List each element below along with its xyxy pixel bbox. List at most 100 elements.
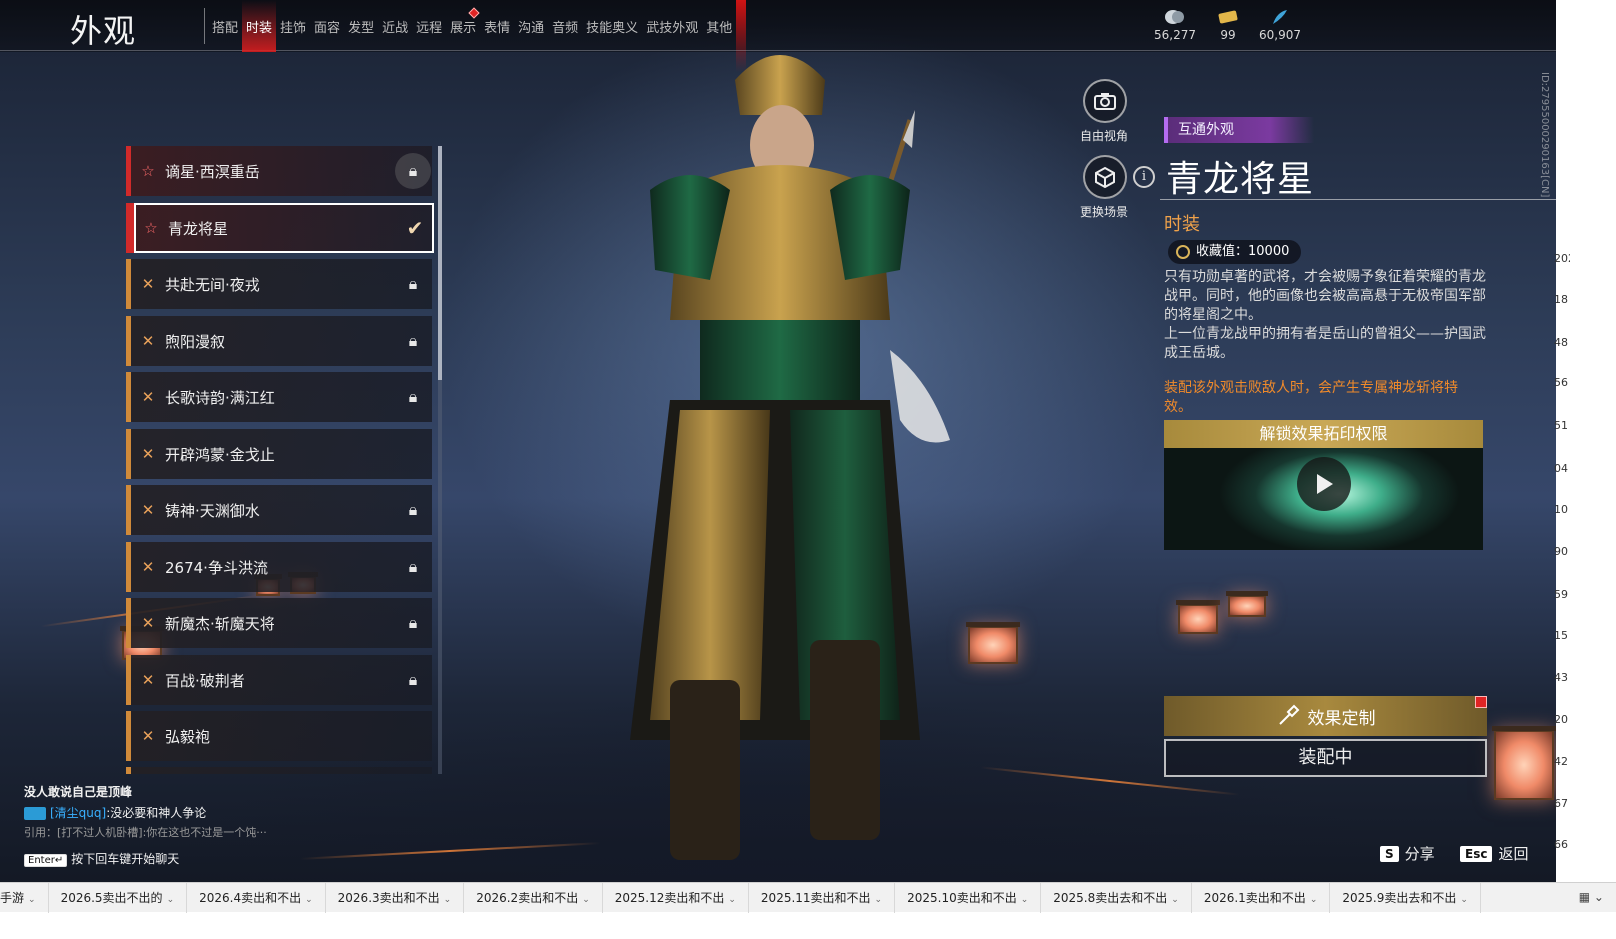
chevron-down-icon: ⌄ bbox=[1460, 894, 1468, 905]
cell-value: 66 bbox=[1554, 838, 1568, 851]
sheet-tab[interactable]: 2025.8卖出去和不出 ⌄ bbox=[1041, 882, 1192, 913]
sheet-grid-icon[interactable]: ▦ ⌄ bbox=[1579, 882, 1604, 912]
cell-value: 15 bbox=[1554, 629, 1568, 642]
tab-ranged[interactable]: 远程 bbox=[412, 0, 446, 52]
sheet-tab-label: 2025.10卖出和不出 bbox=[907, 890, 1017, 905]
sheet-tab[interactable]: 手游 ⌄ bbox=[0, 882, 49, 913]
tab-face[interactable]: 面容 bbox=[310, 0, 344, 52]
cross-rank-icon: ✕ bbox=[141, 614, 155, 632]
tab-pendant[interactable]: 挂饰 bbox=[276, 0, 310, 52]
lock-icon: 🔒︎ bbox=[408, 613, 418, 632]
costume-item[interactable]: ✕ 共赴无间·夜戎 🔒︎ bbox=[126, 259, 432, 309]
cell-value: 10 bbox=[1554, 503, 1568, 516]
tab-label: 挂饰 bbox=[280, 20, 307, 36]
costume-list[interactable]: ☆ 谪星·西溟重岳 🔒︎ ☆ 青龙将星 ✔ ✕ 共赴无间·夜戎 🔒︎ ✕ 煦阳漫… bbox=[126, 146, 436, 774]
cross-rank-icon: ✕ bbox=[141, 501, 155, 519]
chat-nickname[interactable]: [清尘quq] bbox=[50, 806, 106, 820]
currency-feather[interactable]: 60,907 bbox=[1250, 8, 1310, 42]
chevron-down-icon: ⌄ bbox=[1309, 894, 1318, 905]
sheet-tab[interactable]: 2026.5卖出不出的 ⌄ bbox=[49, 882, 188, 913]
sheet-tab-label: 2025.8卖出去和不出 bbox=[1053, 890, 1168, 905]
sheet-tab[interactable]: 2026.1卖出和不出 ⌄ bbox=[1192, 882, 1331, 913]
sheet-tab[interactable]: 2025.11卖出和不出 ⌄ bbox=[749, 882, 896, 913]
costume-item[interactable]: ☆ 谪星·西溟重岳 🔒︎ bbox=[126, 146, 432, 196]
cell-value: 51 bbox=[1554, 419, 1568, 432]
costume-item[interactable]: ✕ 开辟鸿蒙·金戈止 bbox=[126, 429, 432, 479]
tab-audio[interactable]: 音频 bbox=[548, 0, 582, 52]
cell-value: 202 bbox=[1554, 252, 1570, 265]
costume-item[interactable]: ✕ 新魔杰·斩魔天将 🔒︎ bbox=[126, 598, 432, 648]
sheet-tab-label: 2025.9卖出去和不出 bbox=[1342, 890, 1457, 905]
costume-item[interactable]: ✕ 弘毅袍 bbox=[126, 711, 432, 761]
costume-item[interactable]: ✕ 长歌诗韵·满江红 🔒︎ bbox=[126, 372, 432, 422]
character-model[interactable] bbox=[560, 20, 980, 880]
costume-name: 谪星·西溟重岳 bbox=[165, 162, 260, 181]
effect-custom-button[interactable]: 效果定制 bbox=[1164, 696, 1487, 736]
floor-crack bbox=[300, 842, 600, 860]
currency-value: 99 bbox=[1220, 28, 1236, 42]
costume-item[interactable]: ✕ 铸神·天渊御水 🔒︎ bbox=[126, 485, 432, 535]
back-hotkey[interactable]: Esc 返回 bbox=[1460, 843, 1528, 864]
free-view-label: 自由视角 bbox=[1079, 129, 1128, 143]
costume-item[interactable]: ✕ 煦阳漫叙 🔒︎ bbox=[126, 316, 432, 366]
enter-key-icon: Enter↵ bbox=[24, 854, 68, 867]
cube-icon bbox=[1095, 166, 1115, 188]
feather-token-icon bbox=[1273, 10, 1287, 24]
play-button[interactable] bbox=[1297, 457, 1351, 511]
lantern bbox=[1492, 726, 1556, 800]
change-scene-button[interactable] bbox=[1083, 155, 1127, 199]
tab-hair[interactable]: 发型 bbox=[344, 0, 378, 52]
currency-jade[interactable]: 56,277 bbox=[1145, 8, 1205, 42]
chat-box: 没人敢说自己是顶峰 [清尘quq]:没必要和神人争论 引用：[打不过人机卧槽]:… bbox=[24, 783, 324, 867]
costume-name: 新魔杰·斩魔天将 bbox=[165, 614, 275, 633]
chevron-down-icon: ⌄ bbox=[1171, 894, 1179, 905]
costume-name: 煦阳漫叙 bbox=[165, 332, 226, 351]
tab-skill-ultimate[interactable]: 技能奥义 bbox=[582, 0, 642, 52]
sheet-tab[interactable]: 2026.4卖出和不出 ⌄ bbox=[187, 882, 326, 913]
tab-emote[interactable]: 表情 bbox=[480, 0, 514, 52]
tab-label: 发型 bbox=[348, 20, 375, 36]
sheet-tab-bar: 手游 ⌄ 2026.5卖出不出的 ⌄ 2026.4卖出和不出 ⌄ 2026.3卖出和不… bbox=[0, 882, 1616, 913]
chat-text: :没必要和神人争论 bbox=[106, 806, 207, 820]
tab-martial-look[interactable]: 武技外观 bbox=[642, 0, 702, 52]
tab-melee[interactable]: 近战 bbox=[378, 0, 412, 52]
sheet-tab[interactable]: 2025.12卖出和不出 ⌄ bbox=[603, 882, 749, 913]
brush-icon bbox=[1278, 704, 1299, 725]
costume-item[interactable]: ✕ 2674·争斗洪流 🔒︎ bbox=[126, 542, 432, 592]
currency-value: 56,277 bbox=[1154, 28, 1196, 42]
costume-name: 弘毅袍 bbox=[165, 727, 211, 746]
cell-value: 42 bbox=[1554, 755, 1568, 768]
costume-item[interactable]: ✕ 百战·破荆者 🔒︎ bbox=[126, 655, 432, 705]
share-hotkey[interactable]: S 分享 bbox=[1380, 843, 1435, 864]
info-icon[interactable]: i bbox=[1133, 166, 1155, 188]
sheet-tab-label: 2026.3卖出和不出 bbox=[337, 890, 440, 905]
sheet-tab-label: 手游 bbox=[0, 890, 25, 905]
costume-item-selected[interactable]: ☆ 青龙将星 ✔ bbox=[134, 203, 434, 253]
tab-dapei[interactable]: 搭配 bbox=[208, 0, 242, 52]
video-title: 解锁效果拓印权限 bbox=[1164, 420, 1483, 448]
lock-icon: 🔒︎ bbox=[408, 557, 418, 576]
chat-input-hint[interactable]: Enter↵ 按下回车键开始聊天 bbox=[24, 850, 324, 867]
tab-label: 沟通 bbox=[518, 20, 545, 36]
sheet-tab[interactable]: 2026.2卖出和不出 ⌄ bbox=[464, 882, 603, 913]
collection-text: 收藏值：10000 bbox=[1196, 244, 1290, 259]
sheet-tab-label: 2025.11卖出和不出 bbox=[760, 890, 871, 905]
tab-communicate[interactable]: 沟通 bbox=[514, 0, 548, 52]
costume-item[interactable] bbox=[126, 767, 432, 774]
tab-label: 展示 bbox=[450, 20, 477, 36]
tab-other[interactable]: 其他 bbox=[702, 0, 736, 52]
sheet-tab[interactable]: 2025.9卖出去和不出 ⌄ bbox=[1330, 882, 1481, 913]
sheet-tab[interactable]: 2026.3卖出和不出 ⌄ bbox=[326, 882, 465, 913]
cell-value: 04 bbox=[1554, 462, 1568, 475]
chevron-down-icon: ⌄ bbox=[443, 894, 452, 905]
sheet-tab-label: 2026.4卖出和不出 bbox=[199, 890, 302, 905]
sheet-tab[interactable]: 2025.10卖出和不出 ⌄ bbox=[895, 882, 1042, 913]
equip-button[interactable]: 装配中 bbox=[1164, 739, 1487, 777]
cell-value: 20 bbox=[1554, 713, 1568, 726]
cross-rank-icon: ✕ bbox=[141, 275, 155, 293]
free-view-button[interactable] bbox=[1083, 79, 1127, 123]
list-scrollbar-thumb[interactable] bbox=[438, 146, 442, 380]
tab-fashion[interactable]: 时装 bbox=[242, 0, 277, 52]
currency-ticket[interactable]: 99 bbox=[1198, 8, 1258, 42]
tab-display[interactable]: 展示 bbox=[446, 0, 480, 52]
